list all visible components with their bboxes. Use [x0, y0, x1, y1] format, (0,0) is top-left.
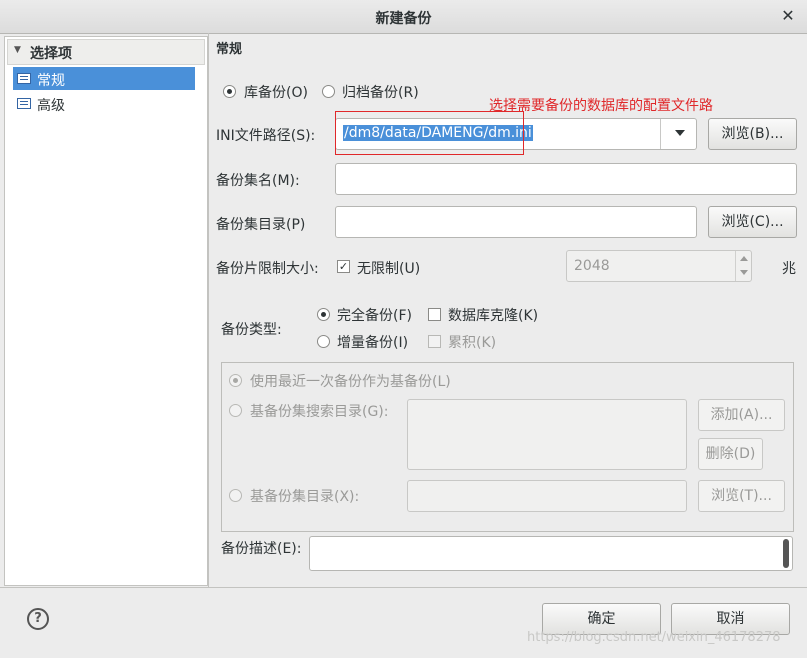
piece-size-value: 2048 — [574, 258, 610, 274]
db-clone-label[interactable]: 数据库克隆(K) — [448, 305, 538, 325]
description-scrollbar[interactable] — [783, 539, 789, 568]
db-backup-radio[interactable] — [223, 85, 236, 98]
db-clone-checkbox[interactable] — [428, 308, 441, 321]
tree-item-label: 高级 — [37, 98, 65, 114]
use-latest-label: 使用最近一次备份作为基备份(L) — [250, 374, 451, 390]
description-label: 备份描述(E): — [221, 541, 302, 557]
watermark: https://blog.csdn.net/weixin_46178278 — [527, 630, 781, 645]
ini-path-label: INI文件路径(S): — [216, 128, 316, 144]
options-tree: ▼ 选择项 常规 高级 — [4, 36, 208, 586]
base-dir-input[interactable] — [407, 480, 687, 512]
delete-dir-button[interactable]: 删除(D) — [698, 438, 763, 470]
search-dir-label: 基备份集搜索目录(G): — [250, 404, 389, 420]
backup-type-label: 备份类型: — [221, 322, 282, 338]
tree-item-label: 常规 — [37, 73, 65, 89]
tree-item-advanced[interactable]: 高级 — [13, 92, 195, 115]
piece-size-unit: 兆 — [782, 261, 796, 277]
combo-divider — [660, 119, 661, 149]
archive-backup-radio[interactable] — [322, 85, 335, 98]
tree-header-label: 选择项 — [30, 46, 72, 62]
description-input[interactable] — [309, 536, 793, 571]
close-icon[interactable]: ✕ — [778, 6, 798, 26]
full-backup-label[interactable]: 完全备份(F) — [337, 305, 412, 325]
piece-size-label: 备份片限制大小: — [216, 261, 319, 277]
browse-ini-button[interactable]: 浏览(B)... — [708, 118, 797, 150]
backup-set-name-label: 备份集名(M): — [216, 173, 300, 189]
tree-item-general[interactable]: 常规 — [13, 67, 195, 90]
backup-set-name-input[interactable] — [335, 163, 797, 195]
unlimited-checkbox[interactable]: ✓ — [337, 260, 350, 273]
chevron-down-icon[interactable] — [675, 130, 685, 136]
list-icon — [17, 98, 31, 109]
backup-set-dir-label: 备份集目录(P) — [216, 217, 306, 233]
annotation-highlight-box — [335, 111, 524, 155]
browse-base-dir-button[interactable]: 浏览(T)... — [698, 480, 785, 512]
tree-header[interactable]: ▼ 选择项 — [7, 39, 205, 65]
unlimited-label[interactable]: 无限制(U) — [357, 258, 420, 278]
spin-down-icon[interactable] — [740, 270, 748, 275]
backup-set-dir-input[interactable] — [335, 206, 697, 238]
spin-up-icon[interactable] — [740, 256, 748, 261]
incremental-backup-radio[interactable] — [317, 335, 330, 348]
search-dir-list[interactable] — [407, 399, 687, 470]
add-dir-button[interactable]: 添加(A)... — [698, 399, 785, 431]
base-dir-radio[interactable] — [229, 489, 242, 502]
base-dir-label: 基备份集目录(X): — [250, 489, 360, 505]
full-backup-radio[interactable] — [317, 308, 330, 321]
archive-backup-label[interactable]: 归档备份(R) — [342, 82, 419, 102]
incremental-backup-label[interactable]: 增量备份(I) — [337, 332, 408, 352]
section-title: 常规 — [216, 42, 243, 57]
cumulative-checkbox[interactable] — [428, 335, 441, 348]
chevron-down-icon[interactable]: ▼ — [14, 45, 21, 55]
use-latest-radio[interactable] — [229, 374, 242, 387]
window-title: 新建备份 — [375, 11, 432, 27]
list-icon — [17, 73, 31, 84]
cumulative-label: 累积(K) — [448, 335, 497, 351]
footer-divider — [0, 587, 807, 588]
browse-dir-button[interactable]: 浏览(C)... — [708, 206, 797, 238]
help-icon[interactable]: ? — [27, 608, 49, 630]
spinner-divider — [735, 251, 736, 281]
pane-divider[interactable] — [208, 33, 209, 587]
search-dir-radio[interactable] — [229, 404, 242, 417]
db-backup-label[interactable]: 库备份(O) — [244, 82, 308, 102]
